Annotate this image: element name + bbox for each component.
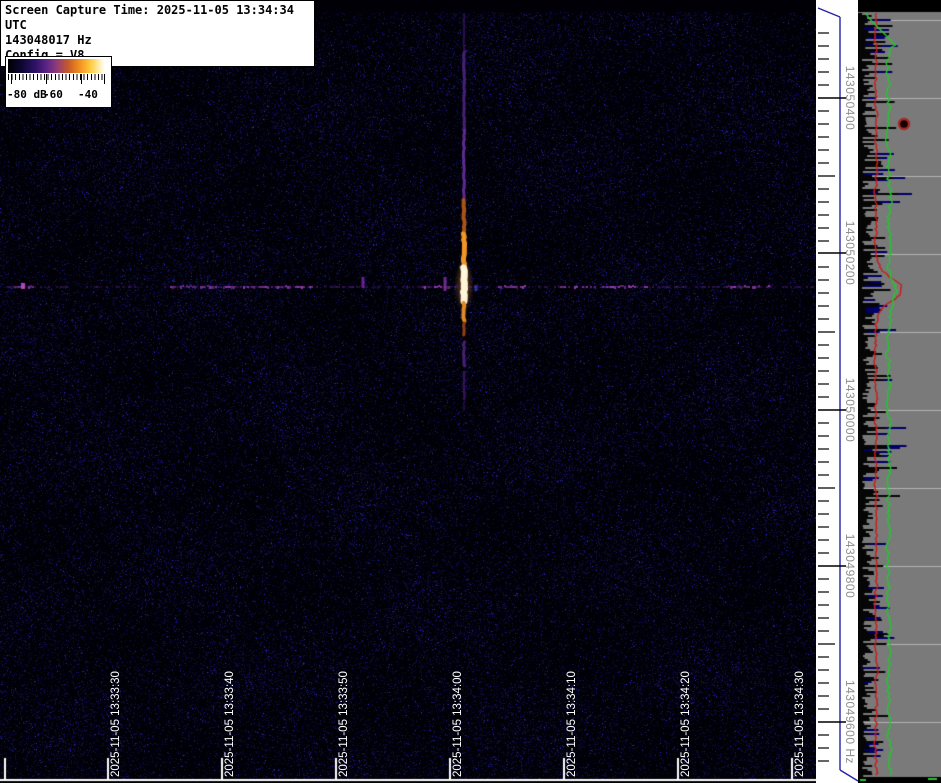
time-tick-label: 2025-11-05 13:33:50 (338, 671, 350, 777)
freq-tick-label: 143049800 (843, 534, 857, 599)
waterfall-spectrogram-canvas[interactable] (0, 0, 816, 783)
time-tick-label: 2025-11-05 13:33:40 (224, 671, 236, 777)
spectrum-side-panel-canvas[interactable] (858, 0, 941, 783)
legend-label-60db: -60 (43, 88, 63, 101)
legend-major-tick (11, 74, 12, 84)
colormap-gradient-bar (8, 59, 105, 73)
legend-major-tick (46, 74, 47, 84)
axis-tick (818, 8, 840, 17)
freq-tick-label: 143049600 Hz (843, 680, 857, 764)
time-tick-label: 2025-11-05 13:34:10 (566, 671, 578, 777)
axis-tick (840, 770, 858, 781)
legend-label-80db: -80 dB (7, 88, 47, 101)
capture-time-text: Screen Capture Time: 2025-11-05 13:34:34… (5, 3, 310, 33)
legend-label-40db: -40 (78, 88, 98, 101)
time-tick-label: 2025-11-05 13:33:30 (110, 671, 122, 777)
freq-tick-label: 143050400 (843, 66, 857, 131)
time-tick-label: 2025-11-05 13:34:20 (680, 671, 692, 777)
legend-tick-ruler (8, 74, 105, 80)
frequency-text: 143048017 Hz (5, 33, 310, 48)
time-tick-label: 2025-11-05 13:34:30 (794, 671, 806, 777)
legend-major-tick (81, 74, 82, 84)
color-scale-legend: -80 dB -60 -40 (5, 56, 112, 108)
freq-tick-label: 143050000 (843, 378, 857, 443)
legend-major-tick (104, 74, 105, 84)
time-tick-label: 2025-11-05 13:34:00 (452, 671, 464, 777)
spectrogram-app-window: 2025-11-05 13:33:30 2025-11-05 13:33:40 20… (0, 0, 941, 783)
legend-labels: -80 dB -60 -40 (6, 87, 111, 105)
freq-tick-label: 143050200 (843, 221, 857, 286)
